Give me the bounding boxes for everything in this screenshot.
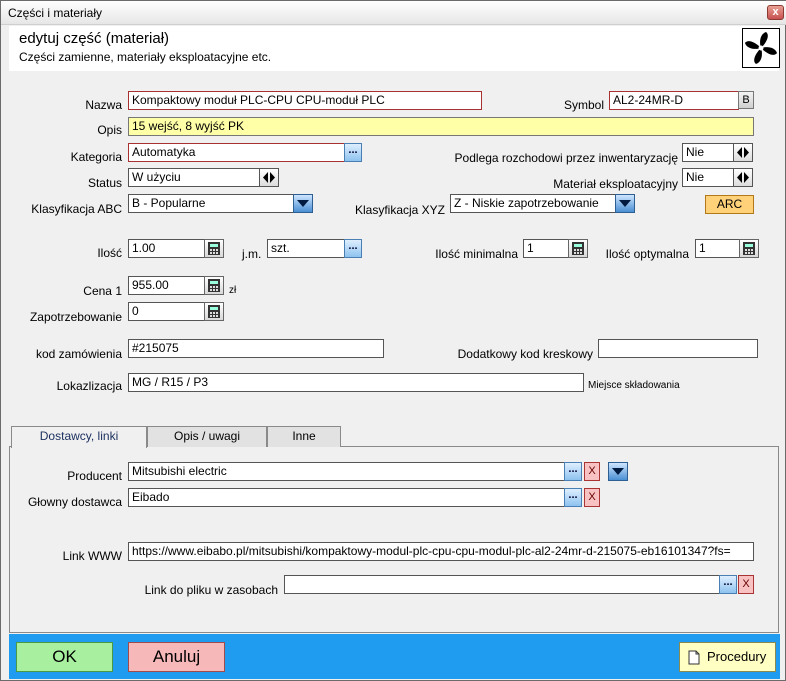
cena-input[interactable]: 955.00 xyxy=(128,276,205,295)
producent-input[interactable]: Mitsubishi electric xyxy=(128,462,565,481)
symbol-label: Symbol xyxy=(563,98,604,112)
dostawca-browse-button[interactable]: ... xyxy=(564,488,582,507)
nazwa-label: Nazwa xyxy=(85,98,122,112)
producent-clear-button[interactable]: X xyxy=(584,462,600,481)
document-icon xyxy=(688,650,700,665)
dostawca-input[interactable]: Eibado xyxy=(128,488,565,507)
title-bar: Części i materiały xyxy=(1,1,786,25)
link-www-input[interactable]: https://www.eibabo.pl/mitsubishi/kompakt… xyxy=(128,542,754,561)
ilosc-calculator-icon[interactable] xyxy=(204,239,224,258)
plik-input[interactable] xyxy=(284,575,720,594)
plik-label: Link do pliku w zasobach xyxy=(144,583,278,597)
zapotrzebowanie-input[interactable]: 0 xyxy=(128,302,205,321)
plik-browse-button[interactable]: ... xyxy=(719,575,737,594)
nazwa-input[interactable]: Kompaktowy moduł PLC-CPU CPU-moduł PLC xyxy=(128,91,482,110)
kod-kresk-input[interactable] xyxy=(598,339,758,358)
ilosc-min-label: Ilość minimalna xyxy=(435,247,518,261)
plik-clear-button[interactable]: X xyxy=(738,575,754,594)
rozchod-select[interactable]: Nie xyxy=(682,143,734,162)
header-subtitle: Części zamienne, materiały eksploatacyjn… xyxy=(19,50,272,64)
close-button[interactable]: x xyxy=(767,5,784,20)
jm-label: j.m. xyxy=(242,247,262,261)
fan-icon xyxy=(742,28,780,68)
xyz-label: Klasyfikacja XYZ xyxy=(354,203,445,217)
symbol-input[interactable]: AL2-24MR-D xyxy=(609,91,739,110)
status-select[interactable]: W użyciu xyxy=(128,168,260,187)
ilosc-label: Ilość xyxy=(97,246,122,260)
zapotrzebowanie-calculator-icon[interactable] xyxy=(204,302,224,321)
jm-input[interactable]: szt. xyxy=(267,239,345,258)
abc-dropdown-icon[interactable] xyxy=(293,194,313,213)
cancel-button[interactable]: Anuluj xyxy=(128,642,225,672)
cena-calculator-icon[interactable] xyxy=(204,276,224,295)
opis-label: Opis xyxy=(97,123,122,137)
abc-select[interactable]: B - Popularne xyxy=(128,194,294,213)
rozchod-toggle-icon[interactable] xyxy=(733,143,753,162)
cena-label: Cena 1 xyxy=(83,284,122,298)
ilosc-input[interactable]: 1.00 xyxy=(128,239,205,258)
ok-button[interactable]: OK xyxy=(16,642,113,672)
producent-dropdown-icon[interactable] xyxy=(608,462,628,481)
zapotrzebowanie-label: Zapotrzebowanie xyxy=(29,310,122,324)
opis-input[interactable]: 15 wejść, 8 wyjść PK xyxy=(128,117,754,136)
ilosc-opt-input[interactable]: 1 xyxy=(695,239,740,258)
kategoria-browse-button[interactable]: ... xyxy=(344,143,362,162)
tab-dostawcy[interactable]: Dostawcy, linki xyxy=(11,426,147,448)
producent-browse-button[interactable]: ... xyxy=(564,462,582,481)
eksploatacyjny-label: Materiał eksploatacyjny xyxy=(553,177,678,191)
header-title: edytuj część (materiał) xyxy=(19,30,170,47)
dialog-footer xyxy=(9,634,780,679)
xyz-dropdown-icon[interactable] xyxy=(615,194,635,213)
ilosc-min-calculator-icon[interactable] xyxy=(568,239,588,258)
window-title: Części i materiały xyxy=(8,6,103,20)
dostawca-clear-button[interactable]: X xyxy=(584,488,600,507)
dialog-header: edytuj część (materiał) Części zamienne,… xyxy=(9,26,780,71)
xyz-select[interactable]: Z - Niskie zapotrzebowanie xyxy=(450,194,616,213)
kategoria-input[interactable]: Automatyka xyxy=(128,143,345,162)
kod-zam-input[interactable]: #215075 xyxy=(128,339,384,358)
kod-zam-label: kod zamówienia xyxy=(35,347,122,361)
tab-inne[interactable]: Inne xyxy=(267,426,341,447)
lokalizacja-hint: Miejsce składowania xyxy=(588,380,680,391)
link-www-label: Link WWW xyxy=(62,549,122,563)
procedury-label: Procedury xyxy=(707,649,767,664)
ilosc-opt-label: Ilość optymalna xyxy=(605,247,689,261)
producent-label: Producent xyxy=(67,469,122,483)
lokalizacja-label: Lokazlizacja xyxy=(56,379,122,393)
lokalizacja-input[interactable]: MG / R15 / P3 xyxy=(128,373,584,392)
tab-opis[interactable]: Opis / uwagi xyxy=(147,426,267,447)
ilosc-min-input[interactable]: 1 xyxy=(523,239,569,258)
eksploatacyjny-toggle-icon[interactable] xyxy=(733,168,753,187)
procedury-button[interactable]: Procedury xyxy=(679,642,776,672)
eksploatacyjny-select[interactable]: Nie xyxy=(682,168,734,187)
symbol-b-button[interactable]: B xyxy=(738,91,754,109)
status-toggle-icon[interactable] xyxy=(259,168,279,187)
jm-browse-button[interactable]: ... xyxy=(344,239,362,258)
dostawca-label: Głowny dostawca xyxy=(27,495,122,509)
abc-label: Klasyfikacja ABC xyxy=(31,202,122,216)
cena-unit: zł xyxy=(229,285,237,296)
ilosc-opt-calculator-icon[interactable] xyxy=(739,239,759,258)
kod-kresk-label: Dodatkowy kod kreskowy xyxy=(457,347,593,361)
status-label: Status xyxy=(87,176,122,190)
dialog-window: Części i materiały x edytuj część (mater… xyxy=(0,0,786,681)
rozchod-label: Podlega rozchodowi przez inwentaryzację xyxy=(454,151,678,165)
kategoria-label: Kategoria xyxy=(70,150,122,164)
arc-button[interactable]: ARC xyxy=(705,195,754,214)
